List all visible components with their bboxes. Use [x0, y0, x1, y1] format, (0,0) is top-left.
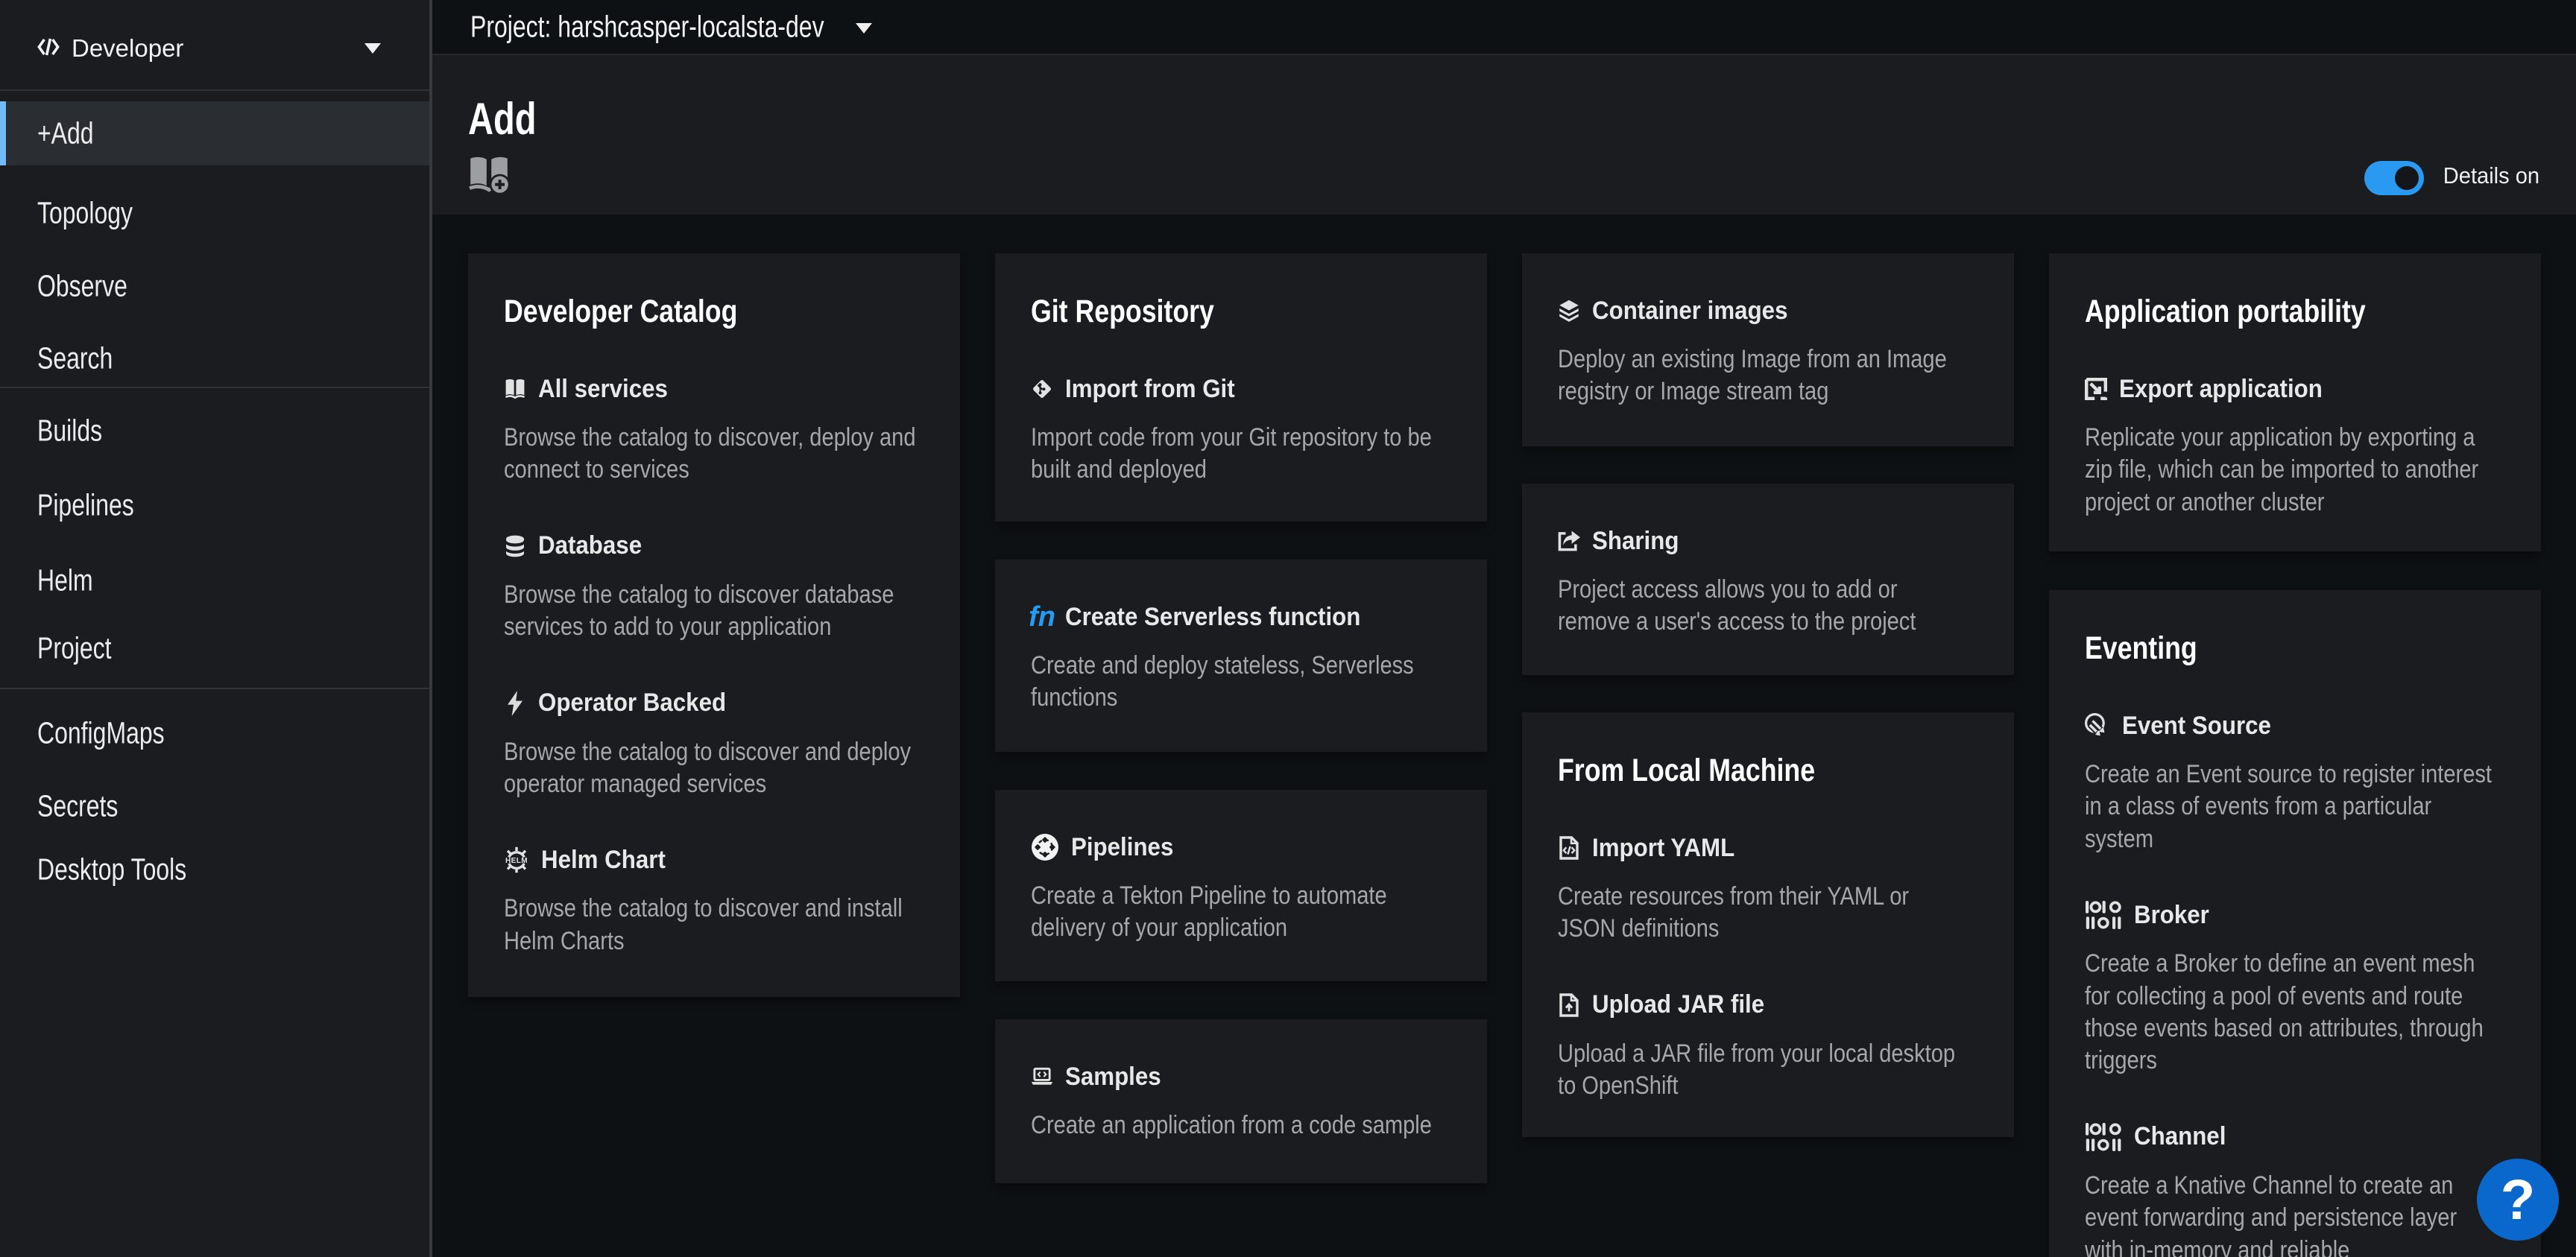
svg-text:HELM: HELM: [505, 857, 528, 865]
